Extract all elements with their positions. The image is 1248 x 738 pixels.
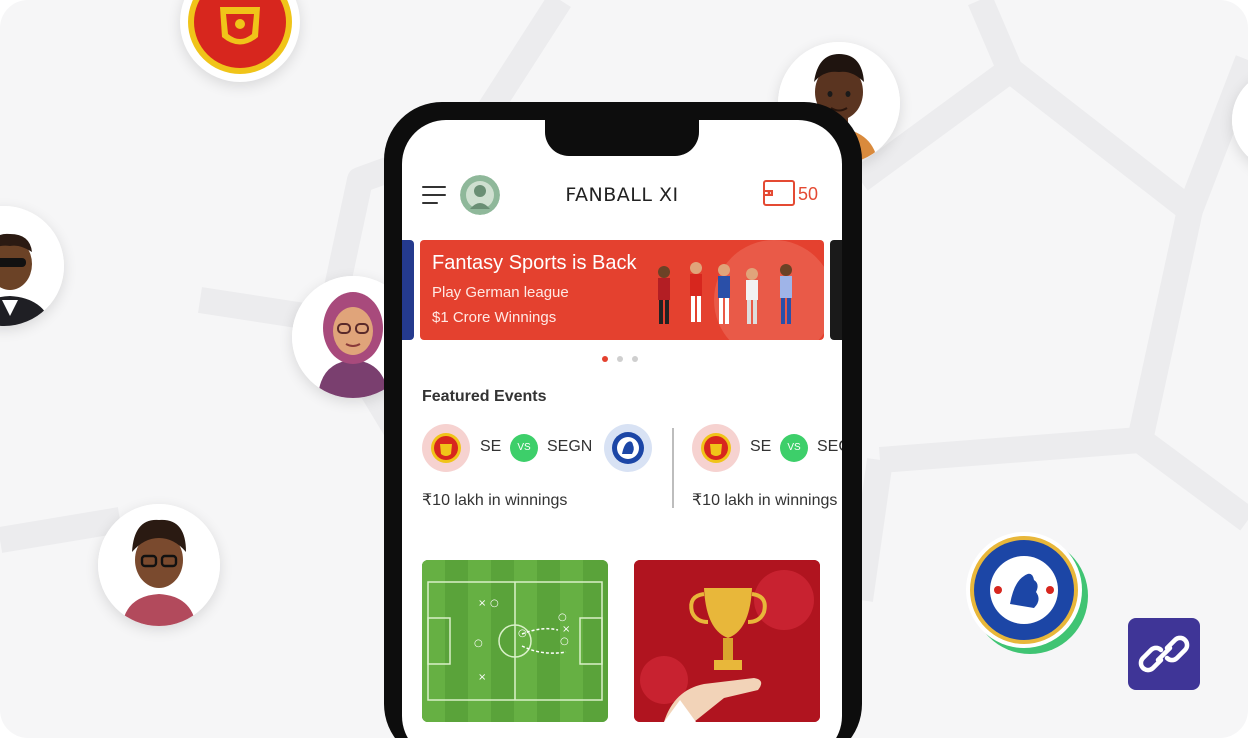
vs-badge: VS bbox=[780, 434, 808, 462]
svg-text:○: ○ bbox=[558, 612, 567, 623]
svg-text:×: × bbox=[562, 624, 570, 635]
team-logo-manchester-united bbox=[422, 424, 470, 472]
event-winnings: ₹10 lakh in winnings bbox=[692, 492, 838, 509]
event-winnings: ₹10 lakh in winnings bbox=[422, 492, 568, 509]
copy-link-button[interactable] bbox=[1128, 618, 1200, 690]
tile-trophy[interactable] bbox=[634, 560, 820, 722]
event-card[interactable]: SE VS SEGN ₹10 lakh in winnings bbox=[692, 424, 842, 514]
banner-winnings: $1 Crore Winnings bbox=[432, 309, 557, 326]
trophy-image bbox=[634, 560, 820, 722]
app-screen: FANBALL XI 50 Fantasy Sports is Back Pla… bbox=[402, 120, 842, 738]
banner-next-peek[interactable] bbox=[830, 240, 842, 340]
svg-text:○: ○ bbox=[490, 598, 499, 609]
wallet-icon bbox=[763, 180, 795, 206]
event-card[interactable]: SE VS SEGN ₹10 lakh in winnings bbox=[422, 424, 662, 514]
team1-code: SE bbox=[480, 438, 502, 455]
carousel-dot-active[interactable] bbox=[602, 356, 608, 362]
carousel-dot[interactable] bbox=[632, 356, 638, 362]
team2-code: SEGN bbox=[547, 438, 593, 455]
coin-count: 50 bbox=[798, 184, 819, 204]
tile-football-tactics[interactable]: × ○ ○ × ○ ○ ○ × bbox=[422, 560, 608, 722]
team-logo-chelsea bbox=[604, 424, 652, 472]
banner-title: Fantasy Sports is Back bbox=[432, 252, 637, 274]
phone-notch bbox=[545, 112, 699, 156]
banner-subtitle: Play German league bbox=[432, 284, 569, 301]
club-badge-chelsea bbox=[962, 530, 1090, 658]
team-logo-manchester-united bbox=[692, 424, 740, 472]
hamburger-menu-icon[interactable] bbox=[422, 186, 446, 206]
svg-text:○: ○ bbox=[474, 638, 483, 649]
app-header: FANBALL XI 50 bbox=[402, 168, 842, 224]
wallet-balance[interactable]: 50 bbox=[762, 178, 826, 210]
promo-banner[interactable]: Fantasy Sports is Back Play German leagu… bbox=[420, 240, 824, 340]
team2-code: SEGN bbox=[817, 438, 842, 455]
app-title: FANBALL XI bbox=[565, 184, 679, 206]
featured-events-title: Featured Events bbox=[422, 388, 547, 405]
svg-text:×: × bbox=[478, 672, 486, 683]
team1-code: SE bbox=[750, 438, 772, 455]
hero-stage: FANBALL XI 50 Fantasy Sports is Back Pla… bbox=[0, 0, 1248, 738]
football-players-image bbox=[658, 240, 824, 340]
avatar-man-glasses bbox=[98, 504, 220, 626]
banner-prev-peek[interactable] bbox=[402, 240, 414, 340]
vs-badge: VS bbox=[510, 434, 538, 462]
carousel-dot[interactable] bbox=[617, 356, 623, 362]
football-pitch-image: × ○ ○×○ ○○× bbox=[422, 560, 608, 722]
profile-avatar[interactable] bbox=[460, 175, 500, 215]
link-icon bbox=[1138, 635, 1190, 673]
svg-text:○: ○ bbox=[560, 636, 569, 647]
event-divider bbox=[672, 428, 674, 508]
svg-text:×: × bbox=[478, 598, 486, 609]
carousel-indicators bbox=[602, 356, 646, 364]
